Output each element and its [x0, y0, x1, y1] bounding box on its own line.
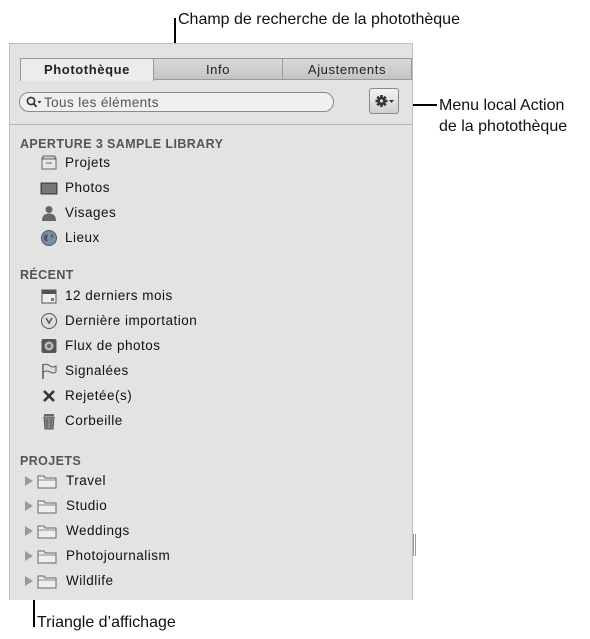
- recent-item-trash[interactable]: Corbeille: [10, 410, 390, 432]
- folder-icon: [37, 550, 57, 564]
- recent-item-last-import[interactable]: Dernière importation: [10, 310, 390, 332]
- search-icon[interactable]: [26, 96, 42, 109]
- project-item-label: Weddings: [66, 523, 130, 538]
- library-inspector: Photothèque Info Ajustements Tous les él…: [9, 43, 413, 600]
- section-title-recent: RÉCENT: [20, 268, 74, 282]
- tab-adjustments[interactable]: Ajustements: [282, 58, 412, 80]
- trash-icon: [43, 414, 55, 430]
- library-item-label: Photos: [65, 180, 111, 195]
- library-search-field[interactable]: Tous les éléments: [19, 92, 334, 112]
- callout-action-menu-line2: de la photothèque: [439, 118, 568, 135]
- library-item-faces[interactable]: Visages: [10, 202, 390, 224]
- recent-item-label: Flux de photos: [65, 338, 161, 353]
- project-item-label: Photojournalism: [66, 548, 171, 563]
- recent-item-photostream[interactable]: Flux de photos: [10, 335, 390, 357]
- library-item-photos[interactable]: Photos: [10, 177, 390, 199]
- project-item-photojournalism[interactable]: Photojournalism: [10, 545, 390, 567]
- library-item-label: Visages: [65, 205, 117, 220]
- library-item-label: Lieux: [65, 230, 100, 245]
- recent-item-flagged[interactable]: Signalées: [10, 360, 390, 382]
- disclosure-triangle-icon[interactable]: [25, 501, 33, 511]
- library-item-places[interactable]: Lieux: [10, 227, 390, 249]
- recent-item-label: Signalées: [65, 363, 129, 378]
- projects-icon: [41, 155, 57, 170]
- recent-item-rejected[interactable]: Rejetée(s): [10, 385, 390, 407]
- library-item-projects[interactable]: Projets: [10, 152, 390, 174]
- disclosure-triangle-icon[interactable]: [25, 526, 33, 536]
- tab-info[interactable]: Info: [153, 58, 283, 80]
- disclosure-triangle-icon[interactable]: [25, 476, 33, 486]
- section-title-projects: PROJETS: [20, 454, 82, 468]
- library-item-label: Projets: [65, 155, 111, 170]
- project-item-label: Wildlife: [66, 573, 114, 588]
- folder-icon: [37, 525, 57, 539]
- recent-item-label: Rejetée(s): [65, 388, 133, 403]
- project-item-wildlife[interactable]: Wildlife: [10, 570, 390, 592]
- disclosure-triangle-icon[interactable]: [25, 576, 33, 586]
- header-separator: [10, 124, 412, 125]
- faces-icon: [42, 206, 56, 221]
- gear-icon: [375, 95, 394, 107]
- project-item-label: Studio: [66, 498, 108, 513]
- recent-item-12-months[interactable]: 12 derniers mois: [10, 285, 390, 307]
- tab-library[interactable]: Photothèque: [20, 58, 154, 81]
- inspector-tabs: Photothèque Info Ajustements: [20, 58, 412, 81]
- photos-icon: [40, 182, 58, 195]
- recent-item-label: Corbeille: [65, 413, 123, 428]
- flag-icon: [42, 363, 57, 379]
- globe-icon: [41, 230, 57, 246]
- project-item-studio[interactable]: Studio: [10, 495, 390, 517]
- folder-icon: [37, 475, 57, 489]
- action-menu-button[interactable]: [369, 88, 399, 114]
- callout-search-field: Champ de recherche de la photothèque: [178, 11, 460, 28]
- folder-icon: [37, 500, 57, 514]
- section-title-library: APERTURE 3 SAMPLE LIBRARY: [20, 137, 224, 151]
- resize-handle[interactable]: [413, 534, 416, 556]
- folder-icon: [37, 575, 57, 589]
- import-icon: [41, 313, 57, 329]
- callout-action-menu-line1: Menu local Action: [439, 97, 565, 114]
- project-item-travel[interactable]: Travel: [10, 470, 390, 492]
- photostream-icon: [41, 339, 57, 353]
- search-placeholder: Tous les éléments: [44, 95, 159, 110]
- disclosure-triangle-icon[interactable]: [25, 551, 33, 561]
- reject-x-icon: [43, 390, 55, 402]
- callout-disclosure-triangle: Triangle d’affichage: [37, 614, 176, 631]
- recent-item-label: Dernière importation: [65, 313, 198, 328]
- recent-item-label: 12 derniers mois: [65, 288, 173, 303]
- calendar-icon: [41, 289, 57, 304]
- project-item-label: Travel: [66, 473, 107, 488]
- project-item-weddings[interactable]: Weddings: [10, 520, 390, 542]
